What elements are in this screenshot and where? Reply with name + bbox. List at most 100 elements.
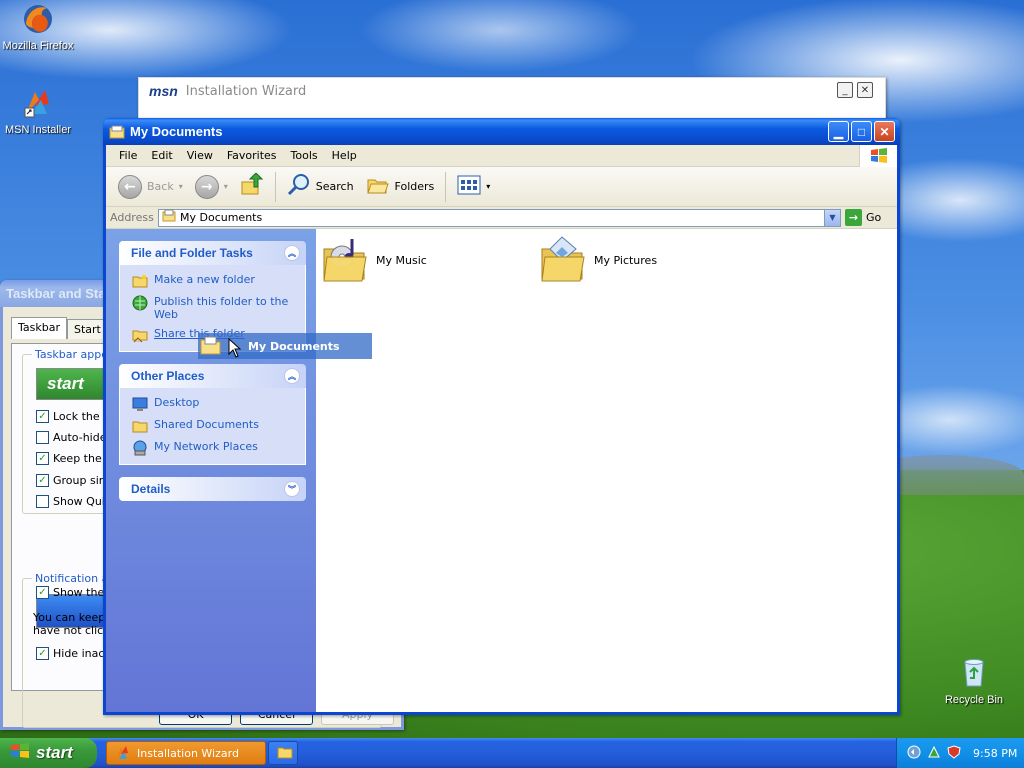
my-documents-small-icon (162, 209, 176, 226)
expand-chevron-icon[interactable]: ︾ (284, 481, 300, 497)
search-button[interactable]: Search (283, 171, 358, 202)
desktop-icon (132, 396, 148, 412)
tray-network-icon[interactable] (927, 745, 941, 762)
views-button[interactable]: ▾ (453, 172, 494, 201)
tray-speaker-icon[interactable] (907, 745, 921, 762)
panel-header[interactable]: Details ︾ (119, 477, 306, 501)
back-dropdown-icon: ▾ (178, 182, 183, 191)
pictures-folder-icon (540, 235, 586, 286)
menu-tools[interactable]: Tools (284, 149, 325, 162)
place-my-network-places[interactable]: My Network Places (132, 440, 295, 456)
msn-wizard-small-icon (115, 744, 131, 763)
checkbox-checked[interactable]: ✓ (36, 452, 49, 465)
details-panel: Details ︾ (119, 477, 306, 501)
drag-ghost-my-documents: My Documents (198, 333, 372, 359)
new-folder-icon (132, 273, 148, 289)
windows-logo-icon (859, 145, 897, 167)
menu-edit[interactable]: Edit (144, 149, 179, 162)
address-value: My Documents (180, 211, 263, 224)
go-button[interactable]: → Go (845, 209, 893, 226)
up-folder-icon (240, 172, 264, 200)
forward-button[interactable]: → ▾ (191, 173, 232, 201)
checkbox-checked[interactable]: ✓ (36, 586, 49, 599)
folder-small-icon (277, 744, 293, 763)
desktop-icon-label: Mozilla Firefox (2, 40, 74, 52)
drag-folder-icon (200, 334, 222, 359)
menu-file[interactable]: File (112, 149, 144, 162)
up-button[interactable] (236, 171, 268, 202)
folder-contents: My Music My Pictures (316, 229, 897, 712)
close-button[interactable]: ✕ (874, 121, 895, 142)
msn-wizard-title: Installation Wizard (185, 83, 307, 99)
folders-button[interactable]: Folders (362, 171, 439, 202)
desktop-icon-label: MSN Installer (4, 124, 72, 136)
other-places-panel: Other Places ︽ Desktop Shared Documents … (119, 364, 306, 465)
checkbox-checked[interactable]: ✓ (36, 647, 49, 660)
forward-dropdown-icon: ▾ (223, 182, 228, 191)
checkbox-unchecked[interactable] (36, 431, 49, 444)
msn-close-button[interactable]: ✕ (857, 82, 873, 98)
windows-flag-icon (10, 742, 30, 765)
folder-label: My Pictures (594, 254, 658, 267)
start-button[interactable]: start (0, 738, 97, 768)
network-places-icon (132, 440, 148, 456)
window-titlebar[interactable]: My Documents ▁ □ ✕ (103, 118, 900, 145)
address-label: Address (110, 211, 154, 224)
collapse-chevron-icon[interactable]: ︽ (284, 245, 300, 261)
folder-my-music[interactable]: My Music (322, 235, 427, 286)
folder-label: My Music (376, 254, 427, 267)
desktop-icon-label: Recycle Bin (944, 694, 1004, 706)
tray-security-shield-icon[interactable] (947, 744, 961, 762)
taskbar-item-my-documents[interactable] (268, 741, 298, 765)
desktop-icon-firefox[interactable]: Mozilla Firefox (0, 2, 78, 52)
my-documents-window[interactable]: My Documents ▁ □ ✕ File Edit View Favori… (103, 118, 900, 715)
firefox-icon (21, 2, 55, 36)
forward-arrow-icon: → (194, 174, 219, 199)
checkbox-checked[interactable]: ✓ (36, 474, 49, 487)
back-button[interactable]: ← Back ▾ (114, 173, 187, 201)
msn-wizard-titlebar: msn Installation Wizard (139, 78, 885, 104)
checkbox-checked[interactable]: ✓ (36, 410, 49, 423)
menu-view[interactable]: View (180, 149, 220, 162)
panel-header[interactable]: Other Places ︽ (119, 364, 306, 388)
share-folder-icon (132, 327, 148, 343)
system-tray: 9:58 PM (896, 738, 1024, 768)
menu-favorites[interactable]: Favorites (220, 149, 284, 162)
back-arrow-icon: ← (118, 174, 142, 199)
music-folder-icon (322, 235, 368, 286)
address-input[interactable]: My Documents ▼ (158, 208, 841, 227)
place-shared-documents[interactable]: Shared Documents (132, 418, 295, 434)
toolbar: ← Back ▾ → ▾ Search Folders ▾ (106, 167, 897, 207)
recycle-bin-icon (957, 656, 991, 690)
checkbox-unchecked[interactable] (36, 495, 49, 508)
menu-help[interactable]: Help (325, 149, 364, 162)
panel-header[interactable]: File and Folder Tasks ︽ (119, 241, 306, 265)
maximize-button[interactable]: □ (851, 121, 872, 142)
panel-body: Desktop Shared Documents My Network Plac… (119, 388, 306, 465)
shared-documents-icon (132, 418, 148, 434)
desktop-icon-msn-installer[interactable]: MSN Installer (0, 86, 78, 136)
toolbar-separator (274, 171, 276, 202)
folder-my-pictures[interactable]: My Pictures (540, 235, 657, 286)
task-make-new-folder[interactable]: Make a new folder (132, 273, 295, 289)
folder-title-icon (109, 124, 125, 140)
msn-installer-icon (21, 86, 55, 120)
task-publish-to-web[interactable]: Publish this folder to the Web (132, 295, 295, 321)
desktop-icon-recycle-bin[interactable]: Recycle Bin (934, 656, 1014, 706)
address-dropdown-icon[interactable]: ▼ (824, 209, 840, 226)
views-icon (457, 174, 481, 199)
place-desktop[interactable]: Desktop (132, 396, 295, 412)
taskbar: start Installation Wizard 9:58 PM (0, 738, 1024, 768)
folders-icon (366, 173, 390, 200)
task-pane: File and Folder Tasks ︽ Make a new folde… (106, 229, 316, 712)
search-icon (287, 173, 311, 200)
clock[interactable]: 9:58 PM (973, 747, 1017, 760)
taskbar-item-installation-wizard[interactable]: Installation Wizard (106, 741, 266, 765)
maximize-icon: □ (857, 124, 866, 139)
collapse-chevron-icon[interactable]: ︽ (284, 368, 300, 384)
msn-minimize-button[interactable]: _ (837, 82, 853, 98)
tab-taskbar[interactable]: Taskbar (11, 317, 67, 339)
minimize-button[interactable]: ▁ (828, 121, 849, 142)
menu-bar: File Edit View Favorites Tools Help (106, 145, 897, 167)
window-title: My Documents (130, 124, 223, 139)
